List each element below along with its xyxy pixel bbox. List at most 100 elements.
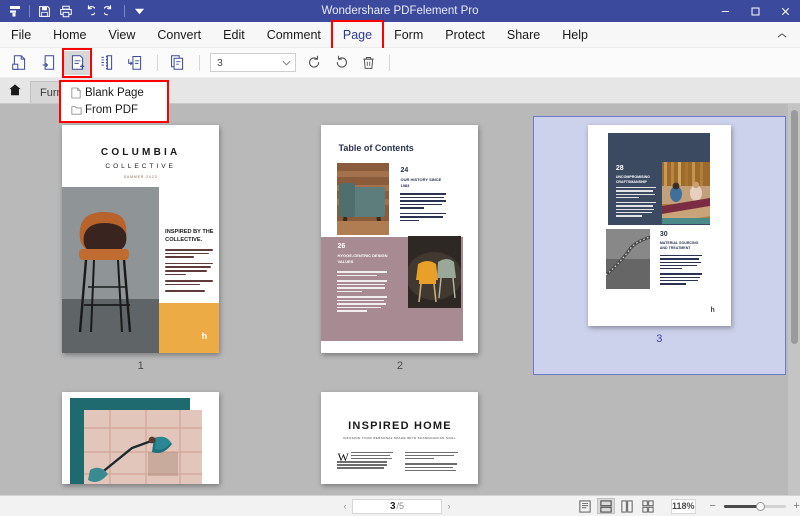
page2-chairs-photo <box>408 236 461 308</box>
page1-chair-photo <box>62 187 159 353</box>
menu-item-edit[interactable]: Edit <box>212 22 256 48</box>
insert-page-dropdown-menu: Blank Page From PDF <box>59 80 169 123</box>
collapse-ribbon-icon[interactable] <box>772 22 792 48</box>
menu-item-share[interactable]: Share <box>496 22 551 48</box>
menu-item-convert[interactable]: Convert <box>146 22 212 48</box>
quick-access-toolbar <box>0 1 150 21</box>
thumbnail-grid-view-button[interactable] <box>639 498 657 514</box>
menu-item-help[interactable]: Help <box>551 22 599 48</box>
redo-icon[interactable] <box>99 1 121 21</box>
next-page-button[interactable]: › <box>442 501 456 511</box>
qat-divider-2 <box>124 5 125 17</box>
ribbon-toolbar: 3 <box>0 48 800 78</box>
page2-section-1-heading: OUR HISTORY SINCE 1983 <box>400 177 448 189</box>
rotate-right-button[interactable] <box>329 51 353 75</box>
page-canvas-1: COLUMBIA COLLECTIVE SUMMER 2023 <box>62 125 219 353</box>
title-bar: Wondershare PDFelement Pro <box>0 0 800 22</box>
page-thumbnail-5[interactable]: INSPIRED HOME INFUSING YOUR PERSONAL SPA… <box>273 383 526 487</box>
rotate-left-button[interactable] <box>302 51 326 75</box>
menu-item-page[interactable]: Page <box>332 22 383 48</box>
menu-item-protect[interactable]: Protect <box>434 22 496 48</box>
dropdown-item-blank-page[interactable]: Blank Page <box>61 84 167 101</box>
view-mode-buttons <box>576 498 657 514</box>
page1-orange-block <box>159 303 219 353</box>
page-art-1: COLUMBIA COLLECTIVE SUMMER 2023 <box>62 125 219 353</box>
application-window: Wondershare PDFelement Pro File Home Vie… <box>0 0 800 516</box>
zoom-slider-knob[interactable] <box>756 502 765 511</box>
vertical-scrollbar[interactable] <box>788 104 800 495</box>
insert-page-button[interactable] <box>64 51 90 75</box>
single-page-view-button[interactable] <box>576 498 594 514</box>
page5-column-right <box>405 452 459 473</box>
split-view-button[interactable] <box>93 51 119 75</box>
page-canvas-5: INSPIRED HOME INFUSING YOUR PERSONAL SPA… <box>321 392 478 484</box>
scrollbar-thumb[interactable] <box>791 110 798 344</box>
save-icon[interactable] <box>33 1 55 21</box>
page3-section-2-heading: MATERIAL SOURCING AND TREATMENT <box>660 241 704 252</box>
page2-section-1-number: 24 <box>400 167 408 174</box>
customize-qat-icon[interactable] <box>128 1 150 21</box>
page5-column-left <box>351 452 393 471</box>
status-bar: ‹ 3/5 › 118% − <box>0 495 800 516</box>
page-thumbnail-workspace[interactable]: COLUMBIA COLLECTIVE SUMMER 2023 <box>0 104 800 495</box>
page2-section-2-number: 26 <box>337 243 345 250</box>
zoom-level-input[interactable]: 118% <box>671 499 696 514</box>
page3-section-1-body <box>616 187 656 219</box>
page2-title: Table of Contents <box>338 143 413 153</box>
thumbnail-grid: COLUMBIA COLLECTIVE SUMMER 2023 <box>0 104 800 487</box>
minimize-button[interactable] <box>710 0 740 22</box>
page3-section-2-number: 30 <box>660 231 668 238</box>
menu-item-comment[interactable]: Comment <box>256 22 332 48</box>
maximize-button[interactable] <box>740 0 770 22</box>
zoom-slider-track[interactable] <box>724 505 786 508</box>
zoom-slider-fill <box>724 505 760 508</box>
blank-page-icon <box>67 87 85 99</box>
zoom-in-button[interactable]: + <box>790 500 800 512</box>
print-icon[interactable] <box>55 1 77 21</box>
page-thumbnail-4[interactable] <box>14 383 267 487</box>
continuous-view-button[interactable] <box>597 498 615 514</box>
page-thumbnail-2[interactable]: Table of Contents <box>273 116 526 375</box>
menu-item-view[interactable]: View <box>98 22 147 48</box>
page1-subtitle: COLLECTIVE <box>62 163 219 170</box>
replace-page-button[interactable] <box>122 51 148 75</box>
menu-item-form[interactable]: Form <box>383 22 434 48</box>
menu-item-file[interactable]: File <box>0 22 42 48</box>
page-thumbnail-1[interactable]: COLUMBIA COLLECTIVE SUMMER 2023 <box>14 116 267 375</box>
page-range-input[interactable]: 3 <box>210 53 296 72</box>
zoom-out-button[interactable]: − <box>706 500 720 512</box>
duplicate-page-button[interactable] <box>164 51 190 75</box>
qat-divider-1 <box>29 5 30 17</box>
page4-lamp-photo <box>84 410 202 484</box>
page-thumbnail-3[interactable]: 28 UNCOMPROMISING CRAFTSMANSHIP <box>533 116 786 375</box>
delete-pages-button[interactable] <box>356 51 380 75</box>
page1-logo-mark: h <box>202 331 208 341</box>
close-button[interactable] <box>770 0 800 22</box>
page-art-2: Table of Contents <box>321 125 478 353</box>
page5-dropcap: W <box>337 450 348 465</box>
page1-body-text <box>165 249 213 294</box>
current-page-value: 3 <box>390 501 396 512</box>
page3-section-2-body <box>660 255 702 287</box>
from-pdf-icon <box>67 104 85 116</box>
page-canvas-2: Table of Contents <box>321 125 478 353</box>
previous-page-button[interactable]: ‹ <box>338 501 352 511</box>
app-logo-icon[interactable] <box>4 1 26 21</box>
page-boxes-button[interactable] <box>6 51 32 75</box>
two-page-view-button[interactable] <box>618 498 636 514</box>
page-canvas-4 <box>62 392 219 484</box>
page5-title: INSPIRED HOME <box>321 420 478 432</box>
menu-bar: File Home View Convert Edit Comment Page… <box>0 22 800 48</box>
zoom-slider-group: − + <box>706 500 800 512</box>
extract-pages-button[interactable] <box>35 51 61 75</box>
dropdown-item-blank-page-label: Blank Page <box>85 87 144 99</box>
home-icon[interactable] <box>0 77 30 103</box>
page3-logo-mark: h <box>711 307 715 314</box>
page2-section-1-body <box>400 193 446 223</box>
ribbon-divider-2 <box>199 55 200 71</box>
undo-icon[interactable] <box>77 1 99 21</box>
total-pages-value: /5 <box>397 501 405 511</box>
dropdown-item-from-pdf[interactable]: From PDF <box>61 101 167 118</box>
page-number-input[interactable]: 3/5 <box>352 499 442 514</box>
menu-item-home[interactable]: Home <box>42 22 97 48</box>
